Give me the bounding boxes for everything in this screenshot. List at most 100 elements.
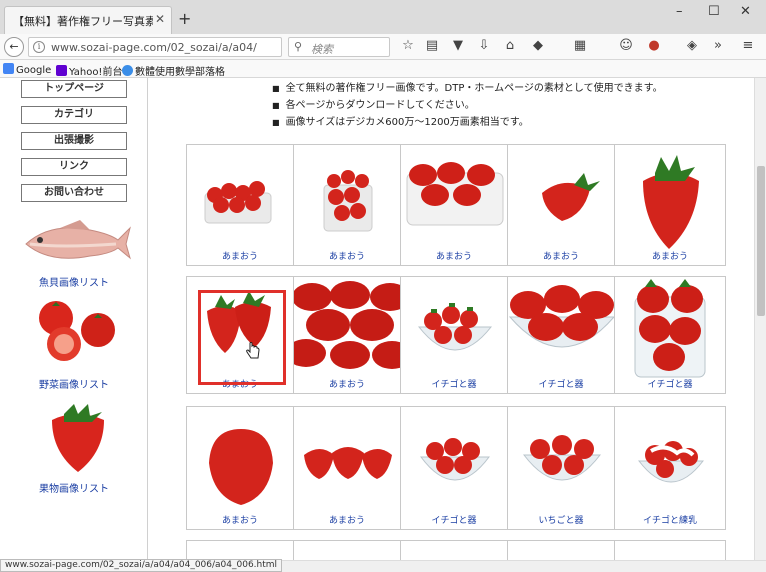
gallery-caption[interactable]: イチゴと器 — [401, 377, 507, 390]
fish-list-link[interactable]: 魚貝画像リスト — [0, 274, 148, 289]
tab-title: 【無料】著作権フリー写真素... — [13, 15, 153, 28]
menu-button[interactable]: ≡ — [740, 38, 756, 53]
gallery-cell[interactable]: いちごと器 — [508, 407, 615, 529]
intro-bullet: 各ページからダウンロードしてください。 — [272, 97, 663, 114]
gallery-caption[interactable]: イチゴと器 — [401, 513, 507, 526]
intro-bullet: 全て無料の著作権フリー画像です。DTP・ホームページの素材として使用できます。 — [272, 80, 663, 97]
nav-category[interactable]: カテゴリ — [21, 106, 127, 124]
minimize-button[interactable]: – — [676, 4, 683, 19]
strawberry-pack-image — [323, 170, 373, 232]
info-icon[interactable]: i — [33, 41, 45, 53]
strawberry-thumbnail[interactable] — [44, 402, 110, 474]
gallery-cell[interactable]: イチゴと練乳 — [615, 407, 725, 529]
gallery-cell[interactable] — [187, 541, 294, 560]
vegetable-list-link[interactable]: 野菜画像リスト — [0, 376, 148, 391]
gallery-caption[interactable]: あまおう — [615, 249, 725, 262]
gallery-caption[interactable]: あまおう — [401, 249, 507, 262]
strawberry-bowl-image — [522, 435, 602, 481]
back-button[interactable]: ← — [4, 37, 24, 57]
page-content: トップページ カテゴリ 出張撮影 リンク お問い合わせ 魚貝画像リスト 野菜画像… — [0, 78, 754, 560]
strawberry-glass-image — [634, 279, 706, 378]
new-tab-button[interactable]: + — [178, 9, 191, 28]
gallery-caption[interactable]: イチゴと器 — [508, 377, 614, 390]
fish-thumbnail[interactable] — [20, 214, 132, 270]
download-icon[interactable]: ⇩ — [476, 38, 492, 53]
gallery-cell[interactable]: イチゴと器 — [401, 277, 508, 393]
gallery-cell[interactable]: あまおう — [187, 407, 294, 529]
gallery-cell[interactable]: あまおう — [187, 145, 294, 265]
gallery-caption[interactable]: あまおう — [294, 513, 400, 526]
strawberries-image — [304, 447, 392, 479]
tab-close-icon[interactable]: ✕ — [155, 12, 165, 26]
yahoo-icon — [56, 65, 67, 76]
gallery-row-1: あまおう あまおう あまおう あまおう あまおう — [186, 144, 726, 266]
translate-icon[interactable]: ▦ — [572, 38, 588, 53]
gallery-cell[interactable] — [401, 541, 508, 560]
extension-icon[interactable]: ◆ — [530, 38, 546, 53]
search-placeholder: 検索 — [311, 43, 333, 56]
gallery-caption[interactable]: あまおう — [294, 249, 400, 262]
smiley-icon[interactable]: ☺ — [618, 38, 634, 53]
strawberry-closeup-image — [294, 281, 400, 369]
reading-list-icon[interactable]: ▤ — [424, 38, 440, 53]
nav-photo-shoot[interactable]: 出張撮影 — [21, 132, 127, 150]
gallery-caption[interactable]: あまおう — [187, 513, 293, 526]
scrollbar-thumb[interactable] — [757, 166, 765, 316]
gallery-cell[interactable] — [508, 541, 615, 560]
bookmarks-bar: Google Yahoo!前台 數體使用數學部落格 — [0, 60, 766, 78]
gallery-cell[interactable]: あまおう — [294, 145, 401, 265]
gallery-caption[interactable]: イチゴと器 — [615, 377, 725, 390]
strawberry-image — [209, 429, 273, 505]
strawberry-pack-image — [406, 162, 504, 226]
status-bar-url: www.sozai-page.com/02_sozai/a/a04/a04_00… — [0, 559, 283, 572]
bookmark-star-icon[interactable]: ☆ — [400, 38, 416, 53]
overflow-button[interactable]: » — [710, 38, 726, 53]
url-bar[interactable]: i www.sozai-page.com/02_sozai/a/a04/ C — [28, 37, 299, 57]
strawberry-bowl-image — [508, 285, 614, 348]
maximize-button[interactable]: ☐ — [708, 4, 720, 19]
nav-top-page[interactable]: トップページ — [21, 80, 127, 98]
gallery-cell[interactable]: あまおう — [508, 145, 615, 265]
addon-icon[interactable]: ◈ — [684, 38, 700, 53]
tomato-thumbnail[interactable] — [30, 298, 122, 366]
adblock-icon[interactable]: ● — [646, 38, 662, 53]
close-window-button[interactable]: ✕ — [740, 4, 751, 19]
strawberry-image — [542, 173, 600, 221]
gallery-cell[interactable]: あまおう — [294, 407, 401, 529]
selection-highlight — [198, 290, 286, 385]
intro-bullet: 画像サイズはデジカメ600万～1200万画素相当です。 — [272, 114, 663, 131]
gallery-caption[interactable]: イチゴと練乳 — [615, 513, 725, 526]
bookmark-yahoo[interactable]: Yahoo!前台 — [56, 63, 122, 78]
home-icon[interactable]: ⌂ — [502, 38, 518, 53]
blog-icon — [122, 65, 133, 76]
bookmark-google[interactable]: Google — [3, 63, 51, 76]
gallery-caption[interactable]: あまおう — [187, 249, 293, 262]
gallery-cell[interactable] — [294, 541, 401, 560]
browser-tab[interactable]: 【無料】著作権フリー写真素... ✕ — [4, 6, 172, 34]
pocket-icon[interactable]: ▼ — [450, 38, 466, 53]
vertical-scrollbar[interactable] — [754, 78, 766, 560]
bookmark-blog[interactable]: 數體使用數學部落格 — [122, 63, 225, 78]
gallery-cell[interactable]: イチゴと器 — [508, 277, 615, 393]
strawberry-milk-image — [637, 441, 705, 483]
hand-cursor-icon — [246, 342, 260, 359]
nav-contact[interactable]: お問い合わせ — [21, 184, 127, 202]
gallery-cell[interactable]: あまおう — [294, 277, 401, 393]
strawberry-bowl-image — [420, 438, 490, 481]
gallery-cell[interactable]: イチゴと器 — [401, 407, 508, 529]
search-input[interactable]: ⚲ 検索 — [288, 37, 390, 57]
search-icon: ⚲ — [294, 40, 303, 53]
intro-list: 全て無料の著作権フリー画像です。DTP・ホームページの素材として使用できます。 … — [272, 80, 663, 131]
bookmark-label: 數體使用數學部落格 — [135, 67, 225, 78]
gallery-cell[interactable]: あまおう — [615, 145, 725, 265]
strawberry-pack-image — [204, 181, 272, 224]
nav-links[interactable]: リンク — [21, 158, 127, 176]
gallery-caption[interactable]: あまおう — [508, 249, 614, 262]
gallery-caption[interactable]: あまおう — [294, 377, 400, 390]
gallery-cell[interactable]: イチゴと器 — [615, 277, 725, 393]
url-text[interactable]: www.sozai-page.com/02_sozai/a/a04/ — [51, 41, 257, 54]
gallery-caption[interactable]: いちごと器 — [508, 513, 614, 526]
gallery-cell[interactable]: あまおう — [401, 145, 508, 265]
fruit-list-link[interactable]: 果物画像リスト — [0, 480, 148, 495]
gallery-cell[interactable] — [615, 541, 725, 560]
